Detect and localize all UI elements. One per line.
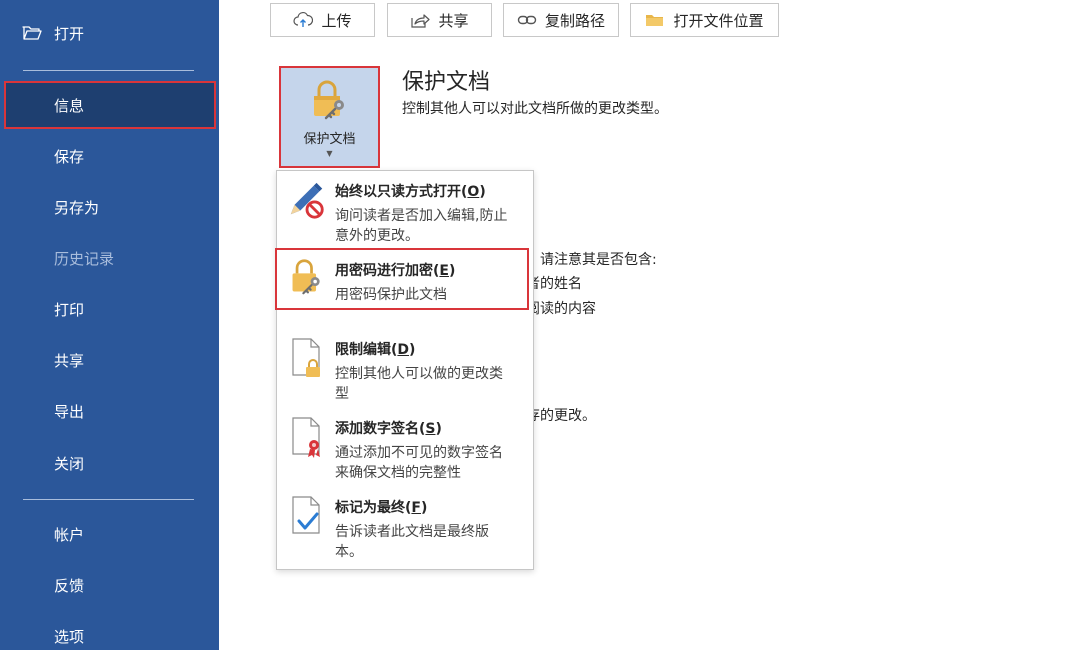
upload-button[interactable]: 上传 <box>270 3 375 37</box>
share-label: 共享 <box>438 11 469 30</box>
menu-item-encrypt-with-password[interactable]: 用密码进行加密(E) 用密码保护此文档 <box>275 248 529 310</box>
nav-export-label: 导出 <box>54 402 85 421</box>
inspect-note: 者的姓名 <box>526 276 582 292</box>
nav-history-label: 历史记录 <box>54 249 115 268</box>
menu-item-description: 用密码保护此文档 <box>335 287 447 303</box>
lock-key-icon <box>287 258 327 302</box>
cloud-upload-icon <box>293 12 314 28</box>
document-ribbon-icon <box>287 416 327 460</box>
dropdown-caret-icon: ▼ <box>326 149 333 158</box>
menu-item-description: 询问读者是否加入编辑,防止意外的更改。 <box>335 208 508 244</box>
nav-history[interactable]: 历史记录 <box>0 233 219 283</box>
nav-close-label: 关闭 <box>54 454 85 473</box>
versions-note: 存的更改。 <box>526 408 596 424</box>
nav-options[interactable]: 选项 <box>0 611 219 661</box>
section-description: 控制其他人可以对此文档所做的更改类型。 <box>402 101 668 117</box>
backstage-nav: 打开 信息 保存 另存为 历史记录 打印 共享 导出 关闭 帐户 反馈 选项 <box>0 0 219 650</box>
share-arrow-icon <box>410 12 431 28</box>
lock-key-icon <box>309 80 351 124</box>
nav-close[interactable]: 关闭 <box>0 438 219 488</box>
pencil-no-edit-icon <box>287 179 327 223</box>
folder-icon <box>645 12 665 28</box>
protect-document-tile-label: 保护文档 <box>303 132 356 147</box>
menu-item-mark-as-final[interactable]: 标记为最终(F) 告诉读者此文档是最终版本。 <box>277 489 533 567</box>
document-check-icon <box>287 495 327 539</box>
upload-label: 上传 <box>321 11 352 30</box>
menu-item-description: 控制其他人可以做的更改类型 <box>335 366 503 402</box>
menu-item-title: 用密码进行加密(E) <box>335 263 456 279</box>
document-lock-icon <box>287 337 327 381</box>
nav-divider <box>23 499 194 500</box>
nav-info[interactable]: 信息 <box>4 81 216 129</box>
share-button[interactable]: 共享 <box>387 3 492 37</box>
nav-save-label: 保存 <box>54 147 85 166</box>
nav-feedback[interactable]: 反馈 <box>0 560 219 610</box>
nav-share-label: 共享 <box>54 351 85 370</box>
copy-path-button[interactable]: 复制路径 <box>503 3 619 37</box>
nav-export[interactable]: 导出 <box>0 386 219 436</box>
link-icon <box>517 13 537 27</box>
folder-open-icon <box>22 25 42 41</box>
nav-open-label: 打开 <box>54 24 85 43</box>
nav-options-label: 选项 <box>54 627 85 646</box>
nav-save-as-label: 另存为 <box>54 198 100 217</box>
menu-item-title: 标记为最终(F) <box>335 500 428 516</box>
protect-document-menu: 始终以只读方式打开(O) 询问读者是否加入编辑,防止意外的更改。 用密码进行加密… <box>275 170 534 570</box>
inspect-note: 请注意其是否包含: <box>540 252 657 268</box>
menu-item-description: 通过添加不可见的数字签名来确保文档的完整性 <box>335 445 503 481</box>
menu-item-title: 限制编辑(D) <box>335 342 416 358</box>
nav-feedback-label: 反馈 <box>54 576 85 595</box>
copy-path-label: 复制路径 <box>544 11 605 30</box>
nav-info-label: 信息 <box>54 96 85 115</box>
open-file-location-button[interactable]: 打开文件位置 <box>630 3 779 37</box>
protect-document-button[interactable]: 保护文档 ▼ <box>279 66 380 168</box>
nav-account[interactable]: 帐户 <box>0 509 219 559</box>
nav-save[interactable]: 保存 <box>0 131 219 181</box>
nav-open[interactable]: 打开 <box>0 8 219 58</box>
section-title: 保护文档 <box>402 70 491 95</box>
menu-item-restrict-editing[interactable]: 限制编辑(D) 控制其他人可以做的更改类型 <box>277 331 533 407</box>
nav-print-label: 打印 <box>54 300 85 319</box>
menu-item-always-open-read-only[interactable]: 始终以只读方式打开(O) 询问读者是否加入编辑,防止意外的更改。 <box>277 173 533 247</box>
menu-item-description: 告诉读者此文档是最终版本。 <box>335 524 489 560</box>
nav-divider <box>23 70 194 71</box>
menu-item-title: 添加数字签名(S) <box>335 421 442 437</box>
open-file-location-label: 打开文件位置 <box>673 11 764 30</box>
nav-print[interactable]: 打印 <box>0 284 219 334</box>
inspect-note: 阅读的内容 <box>526 301 596 317</box>
nav-account-label: 帐户 <box>54 525 85 544</box>
nav-save-as[interactable]: 另存为 <box>0 182 219 232</box>
nav-share[interactable]: 共享 <box>0 335 219 385</box>
menu-item-title: 始终以只读方式打开(O) <box>335 184 486 200</box>
menu-item-add-digital-signature[interactable]: 添加数字签名(S) 通过添加不可见的数字签名来确保文档的完整性 <box>277 410 533 486</box>
